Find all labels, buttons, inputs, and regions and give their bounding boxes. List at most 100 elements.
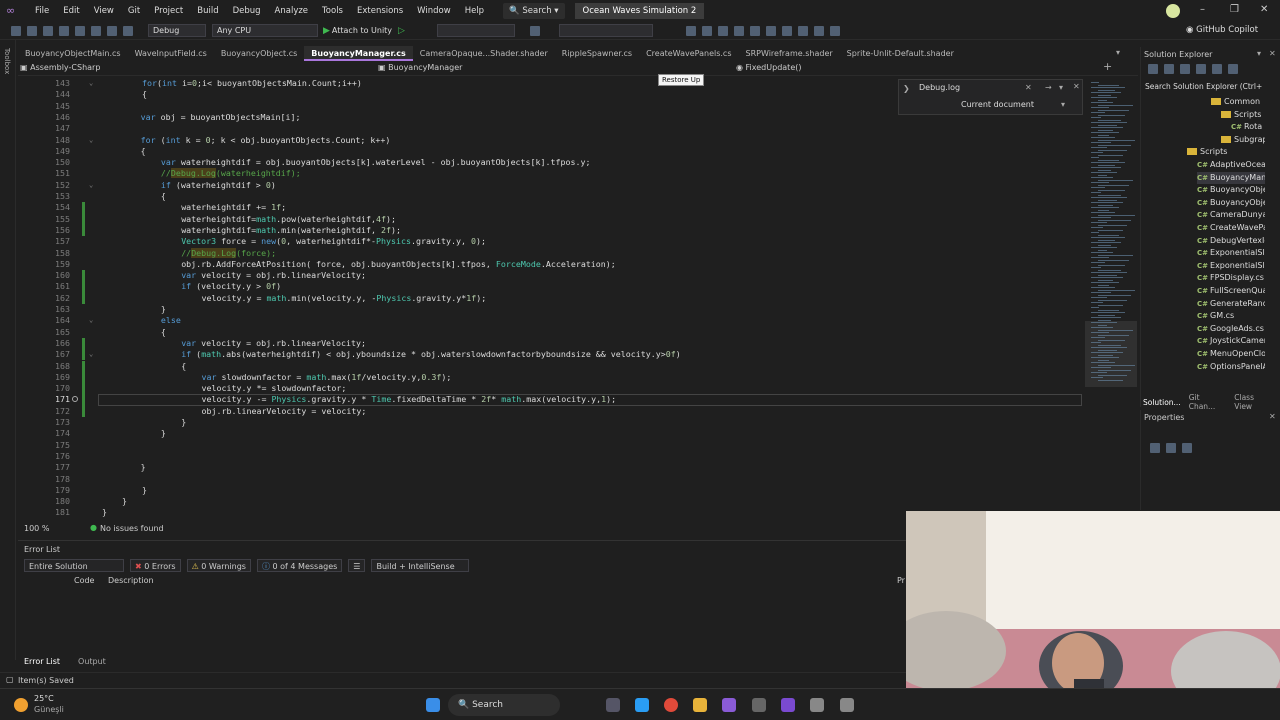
save-all-icon[interactable] (91, 25, 101, 36)
code-line[interactable]: 165 { (18, 327, 1084, 338)
tree-item[interactable]: Common (1211, 96, 1265, 109)
minimap[interactable] (1085, 78, 1137, 388)
tree-item[interactable]: C# Rota (1231, 121, 1265, 134)
menu-window[interactable]: Window (410, 0, 458, 22)
toolbox-tab[interactable]: Toolbox (3, 48, 11, 74)
menu-tools[interactable]: Tools (315, 0, 350, 22)
tree-item[interactable]: C#DebugVertexId. (1197, 235, 1265, 248)
copilot-app-icon[interactable] (635, 698, 649, 712)
github-copilot-button[interactable]: ◉ GitHub Copilot (1186, 25, 1258, 35)
code-line[interactable]: 154 waterheightdif += 1f; (18, 202, 1084, 214)
code-line[interactable]: 157 Vector3 force = new(0, waterheightdif… (18, 236, 1084, 247)
bottom-tab-error-list[interactable]: Error List (24, 657, 60, 666)
app-icon-7[interactable] (781, 698, 795, 712)
tab-buoyancymanager-cs[interactable]: BuoyancyManager.cs (304, 46, 413, 61)
se-settings-icon[interactable] (1228, 64, 1238, 74)
find-clear-icon[interactable]: ✕ (1025, 83, 1032, 92)
code-line[interactable]: 170 velocity.y *= slowdownfactor; (18, 383, 1084, 395)
menu-extensions[interactable]: Extensions (350, 0, 410, 22)
code-line[interactable]: 150 var waterheightdif = obj.buoyantObjec… (18, 157, 1084, 168)
method-dropdown[interactable]: ◉ FixedUpdate() (736, 63, 801, 72)
categorized-icon[interactable] (1150, 443, 1160, 453)
solution-bottom-tab[interactable]: Class View (1234, 393, 1272, 411)
account-avatar[interactable] (1166, 4, 1180, 18)
class-dropdown[interactable]: ▣ BuoyancyManager (378, 63, 462, 72)
redo-icon[interactable] (123, 25, 133, 36)
solution-bottom-tab[interactable]: Git Chan... (1189, 393, 1227, 411)
tree-item[interactable]: C# BuoyancyObje (1197, 184, 1265, 197)
code-line[interactable]: 162 velocity.y = math.min(velocity.y, -Ph… (18, 292, 1084, 304)
code-line[interactable]: 159 obj.rb.AddForceAtPosition( force, obj… (18, 259, 1084, 270)
code-line[interactable]: 160 var velocity = obj.rb.linearVelocity; (18, 270, 1084, 282)
menu-debug[interactable]: Debug (226, 0, 268, 22)
find-next-icon[interactable]: → (1045, 83, 1052, 92)
tab-waveinputfield-cs[interactable]: WaveInputField.cs (128, 46, 214, 61)
app-icon-9[interactable] (840, 698, 854, 712)
tab-createwavepanels-cs[interactable]: CreateWavePanels.cs (639, 46, 738, 61)
tab-cameraopaque-shader-shader[interactable]: CameraOpaque...Shader.shader (413, 46, 555, 61)
menu-edit[interactable]: Edit (56, 0, 86, 22)
se-show-all-icon[interactable] (1212, 64, 1222, 74)
code-line[interactable]: 180} (18, 496, 1084, 507)
tree-item[interactable]: C# OptionsPanelA (1197, 361, 1265, 374)
code-editor[interactable]: ⌄ 143 for(int i=0;i< buoyantObjectsMain.Co… (18, 77, 1138, 522)
new-item-icon[interactable] (43, 25, 53, 36)
toolbar-tool6-icon[interactable] (765, 25, 776, 36)
target-dropdown[interactable] (436, 24, 515, 37)
fold-toggle-icon[interactable]: ⌄ (89, 315, 93, 326)
code-line[interactable]: 174} (18, 428, 1084, 439)
se-collapse-icon[interactable] (1196, 64, 1206, 74)
chrome-icon[interactable] (664, 698, 678, 712)
menu-analyze[interactable]: Analyze (268, 0, 316, 22)
code-line[interactable]: 153 { (18, 191, 1084, 202)
visual-studio-taskbar-icon[interactable] (722, 698, 736, 712)
tree-item[interactable]: C#CreateWavePar (1197, 222, 1265, 235)
filter-icon[interactable]: ☰ (348, 559, 366, 572)
property-pages-icon[interactable] (1182, 443, 1192, 453)
forward-icon[interactable] (27, 25, 37, 36)
se-sync-icon[interactable] (1164, 64, 1174, 74)
pin-icon[interactable]: ▾ (1257, 49, 1261, 58)
code-line[interactable]: 175 (18, 440, 1084, 451)
warnings-filter[interactable]: ⚠ 0 Warnings (186, 559, 251, 572)
tree-item[interactable]: C# FullScreenQua (1197, 285, 1265, 298)
menu-search-button[interactable]: 🔍 Search ▾ (503, 3, 565, 19)
code-line[interactable]: 149 { (18, 146, 1084, 157)
solution-bottom-tab[interactable]: Solution... (1143, 398, 1181, 407)
fold-toggle-icon[interactable]: ⌄ (89, 349, 93, 360)
column-project[interactable]: Pr (897, 576, 905, 585)
fold-toggle-icon[interactable]: ⌄ (89, 78, 93, 89)
tree-item[interactable]: C# GoogleAds.cs (1197, 323, 1265, 336)
tree-item[interactable]: C# MenuOpenClo (1197, 348, 1265, 361)
tree-item[interactable]: C# GM.cs (1197, 310, 1265, 323)
code-line[interactable]: 156 waterheightdif=math.min(waterheightdi… (18, 224, 1084, 237)
fold-toggle-icon[interactable]: ⌄ (89, 135, 93, 146)
alphabetical-icon[interactable] (1166, 443, 1176, 453)
code-line[interactable]: ⌄ 148 for (int k = 0; k < obj.buoyantObjec… (18, 135, 1084, 146)
code-line[interactable]: 177} (18, 462, 1084, 473)
tree-item[interactable]: C# BuoyancyObje (1197, 197, 1265, 210)
tree-item[interactable]: Subgrap (1221, 134, 1265, 147)
menu-build[interactable]: Build (190, 0, 225, 22)
attach-unity-button[interactable]: Attach to Unity (332, 26, 392, 35)
tab-sprite-unlit-default-shader[interactable]: Sprite-Unlit-Default.shader (840, 46, 961, 61)
code-line[interactable]: 178 (18, 474, 1084, 485)
column-code[interactable]: Code (74, 576, 94, 585)
code-line[interactable]: 155 waterheightdif=math.pow(waterheightdi… (18, 213, 1084, 225)
bottom-tab-output[interactable]: Output (78, 657, 106, 666)
se-refresh-icon[interactable] (1180, 64, 1190, 74)
tree-item[interactable]: Scripts (1187, 146, 1265, 159)
tree-item[interactable]: Scripts (1221, 109, 1265, 122)
config-dropdown[interactable]: Debug (148, 24, 206, 37)
start-icon[interactable] (426, 698, 440, 712)
column-description[interactable]: Description (108, 576, 154, 585)
find-input[interactable]: Debug.log (919, 83, 960, 92)
task-view-icon[interactable] (606, 698, 620, 712)
code-line[interactable]: 158 //Debug.Log(force); (18, 247, 1084, 259)
toolbar-tool3-icon[interactable] (717, 25, 728, 36)
errors-filter[interactable]: ✖ 0 Errors (130, 559, 181, 572)
restore-icon[interactable]: ❐ (1230, 4, 1239, 15)
solution-search-input[interactable]: Search Solution Explorer (Ctrl+ (1145, 82, 1269, 91)
menu-view[interactable]: View (87, 0, 121, 22)
code-line[interactable]: ⌄ 152 if (waterheightdif > 0) (18, 180, 1084, 191)
